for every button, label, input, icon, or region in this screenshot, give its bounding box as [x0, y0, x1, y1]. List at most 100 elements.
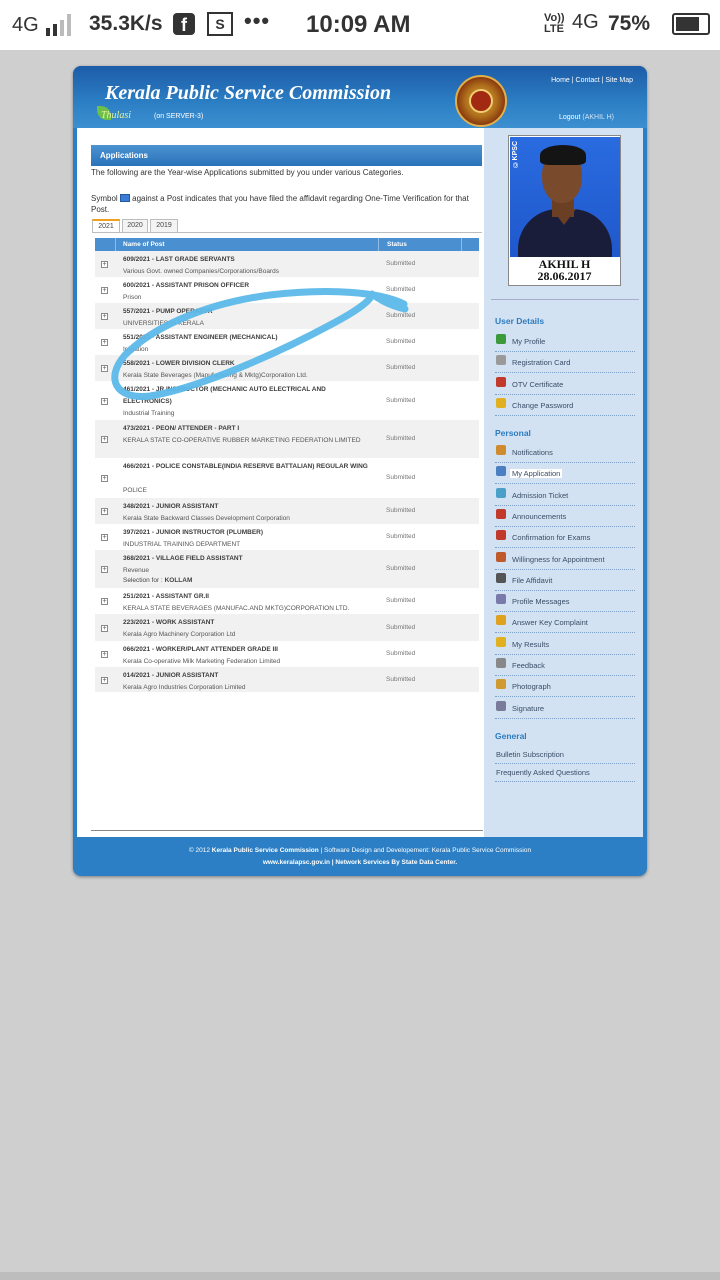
sidebar-item-my-results[interactable]: My Results [495, 634, 635, 655]
table-row: +551/2021 - ASSISTANT ENGINEER (MECHANIC… [95, 329, 479, 355]
table-row: +473/2021 - PEON/ ATTENDER - PART I KERAL… [95, 420, 479, 458]
sidebar-item-my-application[interactable]: My Application [495, 463, 635, 485]
sidebar-item-label: Photograph [512, 682, 551, 692]
expand-row-icon[interactable]: + [101, 534, 108, 541]
logout-link[interactable]: Logout [559, 114, 580, 121]
expand-row-icon[interactable]: + [101, 651, 108, 658]
kpsc-watermark: ©KPSC [512, 141, 519, 168]
expand-row-icon[interactable]: + [101, 287, 108, 294]
photo-icon [496, 679, 506, 690]
sidebar-item-label: Registration Card [512, 358, 571, 368]
logged-user: (AKHIL H) [582, 114, 615, 121]
sidebar-item-willingness-for-appointment[interactable]: Willingness for Appointment [495, 549, 635, 570]
sidebar-item-photograph[interactable]: Photograph [495, 676, 635, 698]
post-department: Kerala Agro Machinery Corporation Ltd [123, 631, 236, 638]
post-department: Kerala Agro Industries Corporation Limit… [123, 684, 246, 691]
sidebar-item-label: Profile Messages [512, 597, 570, 607]
sidebar-item-notifications[interactable]: Notifications [495, 442, 635, 463]
application-status: Submitted [386, 533, 416, 540]
tab-2020[interactable]: 2020 [122, 219, 148, 233]
photo-date: 28.06.2017 [537, 269, 592, 283]
sidebar-item-label: Bulletin Subscription [496, 750, 564, 759]
sidebar-item-announcements[interactable]: Announcements [495, 506, 635, 527]
feedback-icon [496, 658, 506, 668]
status-bar: 4G 35.3K/s f S ••• 10:09 AM Vo)) LTE 4G 7… [0, 0, 720, 50]
sidebar-item-label: Frequently Asked Questions [496, 768, 590, 777]
sidebar-item-label: Answer Key Complaint [512, 618, 588, 628]
sidebar-item-label: My Application [510, 469, 563, 479]
expand-row-icon[interactable]: + [101, 339, 108, 346]
sidebar-item-answer-key-complaint[interactable]: Answer Key Complaint [495, 612, 635, 634]
expand-row-icon[interactable]: + [101, 677, 108, 684]
application-status: Submitted [386, 624, 416, 631]
expand-row-icon[interactable]: + [101, 313, 108, 320]
results-icon [496, 636, 506, 647]
expand-row-icon[interactable]: + [101, 436, 108, 443]
expand-row-icon[interactable]: + [101, 625, 108, 632]
post-name: 473/2021 - PEON/ ATTENDER - PART I [123, 425, 240, 432]
tab-2019[interactable]: 2019 [150, 219, 178, 233]
certificate-icon [496, 376, 506, 387]
card-icon [496, 355, 506, 366]
application-status: Submitted [386, 286, 416, 293]
sidebar-item-label: My Results [512, 639, 550, 649]
expand-row-icon[interactable]: + [101, 475, 108, 482]
application-status: Submitted [386, 435, 416, 442]
sidebar-item-change-password[interactable]: Change Password [495, 395, 635, 416]
sidebar-item-bulletin-subscription[interactable]: Bulletin Subscription [495, 746, 635, 764]
applications-heading: Applications [91, 145, 482, 166]
post-department: KERALA STATE CO-OPERATIVE RUBBER MARKETI… [123, 437, 361, 444]
kpsc-seal-icon [455, 75, 507, 127]
contact-link[interactable]: Contact [576, 77, 600, 84]
site-map-link[interactable]: Site Map [605, 77, 633, 84]
sidebar-item-registration-card[interactable]: Registration Card [495, 352, 635, 374]
expand-row-icon[interactable]: + [101, 566, 108, 573]
sidebar-item-label: Change Password [512, 400, 574, 410]
user-details-heading: User Details [495, 316, 545, 326]
table-row: +600/2021 - ASSISTANT PRISON OFFICER Pris… [95, 277, 479, 303]
post-department: Revenue [123, 567, 150, 574]
server-label: (on SERVER-3) [154, 113, 204, 120]
expand-row-icon[interactable]: + [101, 365, 108, 372]
home-link[interactable]: Home [551, 77, 570, 84]
table-row: +251/2021 - ASSISTANT GR.II KERALA STATE … [95, 588, 479, 614]
profile-icon [496, 334, 506, 344]
signal-icon [46, 14, 71, 36]
sidebar-item-frequently-asked-questions[interactable]: Frequently Asked Questions [495, 764, 635, 782]
table-row: +348/2021 - JUNIOR ASSISTANT Kerala State… [95, 498, 479, 524]
column-name: Name of Post [123, 241, 165, 248]
more-notifications-icon: ••• [244, 8, 271, 33]
post-name: 014/2021 - JUNIOR ASSISTANT [123, 672, 219, 679]
expand-row-icon[interactable]: + [101, 261, 108, 268]
post-name: 397/2021 - JUNIOR INSTRUCTOR (PLUMBER) [123, 529, 264, 536]
expand-row-icon[interactable]: + [101, 398, 108, 405]
application-icon [496, 466, 506, 477]
sidebar-item-signature[interactable]: Signature [495, 698, 635, 719]
expand-row-icon[interactable]: + [101, 598, 108, 605]
network-type-secondary: 4G [572, 11, 599, 33]
sidebar-item-otv-certificate[interactable]: OTV Certificate [495, 374, 635, 395]
post-name: 461/2021 - JR INSTRUCTOR (MECHANIC AUTO … [123, 386, 326, 405]
messages-icon [496, 594, 506, 605]
selection-district: Selection for : KOLLAM [123, 577, 193, 584]
logout-area: Logout (AKHIL H) [559, 114, 614, 121]
post-name: 466/2021 - POLICE CONSTABLE(INDIA RESERV… [123, 463, 368, 470]
sidebar-item-confirmation-for-exams[interactable]: Confirmation for Exams [495, 527, 635, 549]
network-speed: 35.3K/s [89, 12, 163, 35]
battery-percent: 75% [608, 12, 651, 35]
sidebar-item-profile-messages[interactable]: Profile Messages [495, 591, 635, 613]
kpsc-page: Kerala Public Service Commission Thulasi… [73, 66, 647, 876]
table-row: +397/2021 - JUNIOR INSTRUCTOR (PLUMBER) I… [95, 524, 479, 550]
post-name: 223/2021 - WORK ASSISTANT [123, 619, 215, 626]
sidebar-item-feedback[interactable]: Feedback [495, 655, 635, 676]
sidebar-item-label: OTV Certificate [512, 379, 564, 389]
table-header: Name of Post Status [95, 238, 479, 251]
sidebar-item-admission-ticket[interactable]: Admission Ticket [495, 485, 635, 506]
application-status: Submitted [386, 507, 416, 514]
table-row: +223/2021 - WORK ASSISTANT Kerala Agro Ma… [95, 614, 479, 641]
sidebar-item-my-profile[interactable]: My Profile [495, 331, 635, 352]
sidebar-item-label: Feedback [512, 661, 545, 670]
sidebar-item-file-affidavit[interactable]: File Affidavit [495, 570, 635, 591]
tab-2021[interactable]: 2021 [92, 219, 120, 233]
expand-row-icon[interactable]: + [101, 508, 108, 515]
